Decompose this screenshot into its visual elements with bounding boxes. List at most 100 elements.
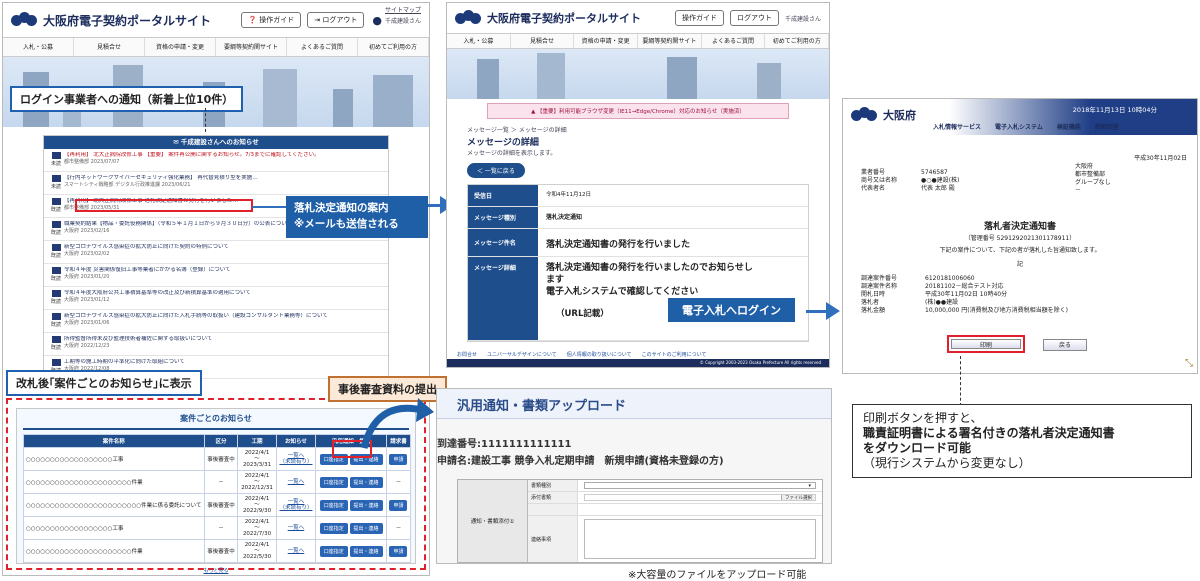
notice-link[interactable]: 一覧へ （未読有り）	[275, 447, 317, 471]
case-actions: 口座指定 提出・連絡	[315, 539, 387, 563]
case-period: 2022/4/1 ～ 2023/3/31	[237, 447, 277, 471]
doc-type-select[interactable]: ▾	[584, 482, 816, 489]
issuer-line: －	[1075, 187, 1082, 194]
case-period: 2022/4/1 ～ 2022/7/30	[237, 516, 277, 540]
award-tab[interactable]: 入札情報サービス	[933, 122, 981, 131]
row-label: メッセージ件名	[468, 229, 538, 256]
award-doc-ki: 記	[1016, 261, 1023, 268]
notice-link[interactable]: 一覧へ （未読有り）	[275, 493, 317, 517]
logout-button[interactable]: ⇥ ログアウト	[307, 12, 365, 28]
more-link[interactable]: もっと見る	[17, 567, 415, 574]
invoice-button[interactable]: 申請	[389, 499, 408, 511]
detail-line: ます	[546, 275, 565, 285]
row-label: メッセージ詳細	[468, 257, 538, 340]
nav-item[interactable]: 入札・公募	[447, 34, 511, 48]
award-tab[interactable]: 説明回答	[1095, 122, 1119, 131]
upload-button[interactable]: 提出・連絡	[349, 545, 383, 557]
award-tab[interactable]: 検証機能	[1057, 122, 1081, 131]
arrow-right-icon	[826, 302, 840, 320]
notice-link[interactable]: 一覧へ	[275, 539, 317, 563]
message-textarea[interactable]	[584, 519, 816, 559]
after-change-callout: 改札後｢案件ごとのお知らせ｣に表示	[6, 370, 202, 396]
notice-title[interactable]: 令和４年度大阪府公共工事積算基準等の改正及び新積算基準の適用について	[64, 290, 251, 296]
col-header: お知らせ	[275, 434, 317, 448]
footer-link[interactable]: このサイトのご利用について	[642, 351, 707, 358]
award-notice-line1: 落札決定通知の案内	[294, 202, 389, 214]
nav-item[interactable]: 資格の申請・変更	[574, 34, 639, 48]
mail-icon: 未読	[48, 175, 64, 190]
row-label: メッセージ種別	[468, 207, 538, 228]
nav-item[interactable]: 見積合せ	[511, 34, 575, 48]
info-label: 代表者名	[861, 185, 886, 192]
nav-item[interactable]: 初めてご利用の方	[765, 34, 829, 48]
main-nav: 入札・公募 見積合せ 資格の申請・変更 要綱等契約関サイト よくあるご質問 初め…	[3, 37, 429, 57]
notice-title[interactable]: 令和４年度 災害関係復旧工事等業者にかかる名簿（登録）について	[64, 267, 231, 273]
notice-title[interactable]: 職業契約結果【物品・委託役務関係】（令和５年１月１日から９月３０日分）の公表につ…	[64, 221, 292, 227]
issuer-line: 都市整備部	[1075, 171, 1106, 178]
notice-title[interactable]: 【再利用】 北大正病院改修工事 【重要】 案件再公開に関するお知らせ。7/3まで…	[64, 152, 320, 158]
account-button[interactable]: 口座指定	[319, 499, 348, 511]
case-actions: 口座指定 提出・連絡	[315, 493, 387, 517]
case-actions: 口座指定 提出・連絡	[315, 470, 387, 494]
case-invoice: 申請	[385, 447, 412, 471]
page-title: メッセージの詳細	[467, 138, 539, 148]
notice-item[interactable]: 既読 新型コロナウイルス感染症の拡大防止に向けた契約の特例について 大阪府 2023…	[44, 241, 388, 264]
table-row: ○○○○○○○○○○○○○○○○○○○○○○件業 事後審査中 2022/4/1 ～ …	[23, 539, 412, 563]
notice-title[interactable]: 新型コロナウイルス感染症の拡大防止に向けた入札手続等の取扱い（建設コンサルタント…	[64, 313, 328, 319]
nav-item[interactable]: よくあるご質問	[702, 34, 766, 48]
guide-button[interactable]: ❓ 操作ガイド	[241, 12, 302, 28]
footer-link[interactable]: ユニバーサルデザインについて	[487, 351, 557, 358]
invoice-button[interactable]: 申請	[389, 545, 408, 557]
award-doc-body: 下記の案件について、下記の者が落札した旨通知致します。	[939, 247, 1101, 254]
nav-item[interactable]: 資格の申請・変更	[145, 38, 216, 56]
guide-button[interactable]: 操作ガイド	[674, 10, 724, 26]
notice-item[interactable]: 未読 【行内ネットワークサイバーセキュリティ強化業務】 再代替見積り型を実施… スマ…	[44, 172, 388, 195]
footer-link[interactable]: 個人情報の取り扱いについて	[567, 351, 632, 358]
row-value: 落札決定通知	[546, 214, 583, 221]
logout-button[interactable]: ログアウト	[729, 10, 779, 26]
notice-title[interactable]: 所得監督所得未及び監理技術者補佐に関する取扱いについて	[64, 336, 212, 342]
upload-number: 到達番号:1111111111111	[437, 439, 572, 450]
account-button[interactable]: 口座指定	[319, 545, 348, 557]
invoice-button[interactable]: 申請	[389, 453, 408, 465]
notice-item[interactable]: 既読 所得監督所得未及び監理技術者補佐に関する取扱いについて 大阪府 2022/12…	[44, 333, 388, 356]
footer-link[interactable]: お問合せ	[457, 351, 477, 358]
case-kubun: 事後審査中	[203, 447, 239, 471]
notice-title[interactable]: 【行内ネットワークサイバーセキュリティ強化業務】 再代替見積り型を実施…	[64, 175, 258, 181]
upload-button[interactable]: 提出・連絡	[349, 476, 383, 488]
award-details: 調達案件番号 6120181006060 調達案件名称 20181102－総合テスト…	[861, 275, 1068, 314]
city-banner	[447, 49, 829, 99]
site-title: 大阪府電子契約ポータルサイト	[487, 12, 641, 25]
account-button[interactable]: 口座指定	[319, 522, 348, 534]
award-header-date: 2018年11月13日 10時04分	[1072, 106, 1157, 114]
case-period: 2022/4/1 ～ 2022/9/30	[237, 493, 277, 517]
nav-item[interactable]: よくあるご質問	[287, 38, 358, 56]
case-kubun: 事後審査中	[203, 539, 239, 563]
file-select-button[interactable]: ファイル選択	[781, 495, 815, 501]
case-name: ○○○○○○○○○○○○○○○○○○○○○○件業	[23, 470, 205, 494]
notice-item[interactable]: 未読 【再利用】 北大正病院改修工事 【重要】 案件再公開に関するお知らせ。7/3…	[44, 149, 388, 172]
back-button[interactable]: ＜ 一覧に戻る	[467, 163, 525, 178]
sitemap-link[interactable]: サイトマップ	[385, 5, 421, 14]
award-screenshot: 大阪府 2018年11月13日 10時04分 入札情報サービス 電子入札システム…	[842, 98, 1198, 374]
notice-title[interactable]: 工期等の施工時期の平準化に向けた取組について	[64, 359, 185, 365]
back-button[interactable]: 戻る	[1043, 339, 1087, 351]
notice-link[interactable]: 一覧へ	[275, 516, 317, 540]
award-tab[interactable]: 電子入札システム	[995, 122, 1043, 131]
notice-item[interactable]: 既読 新型コロナウイルス感染症の拡大防止に向けた入札手続等の取扱い（建設コンサルタ…	[44, 310, 388, 333]
print-button[interactable]: 印刷	[947, 335, 1025, 353]
nav-item[interactable]: 見積合せ	[74, 38, 145, 56]
nav-item[interactable]: 入札・公募	[3, 38, 74, 56]
nav-item[interactable]: 初めてご利用の方	[358, 38, 429, 56]
nav-item[interactable]: 要綱等契約関サイト	[216, 38, 287, 56]
notice-link[interactable]: 一覧へ	[275, 470, 317, 494]
account-button[interactable]: 口座指定	[319, 476, 348, 488]
notice-title[interactable]: 新型コロナウイルス感染症の拡大防止に向けた契約の特例について	[64, 244, 229, 250]
nav-item[interactable]: 要綱等契約関サイト	[638, 34, 702, 48]
notice-item[interactable]: 既読 令和４年度大阪府公共工事積算基準等の改正及び新積算基準の適用について 大阪府 …	[44, 287, 388, 310]
upload-button[interactable]: 提出・連絡	[349, 499, 383, 511]
upload-button[interactable]: 提出・連絡	[349, 522, 383, 534]
browser-banner[interactable]: ▲ 【重要】利用可能ブラウザ変更（IE11→Edge/Chrome）対応のお知ら…	[487, 103, 789, 119]
notice-item[interactable]: 既読 令和４年度 災害関係復旧工事等業者にかかる名簿（登録）について 大阪府 202…	[44, 264, 388, 287]
login-callout[interactable]: 電子入札へログイン	[668, 298, 795, 322]
